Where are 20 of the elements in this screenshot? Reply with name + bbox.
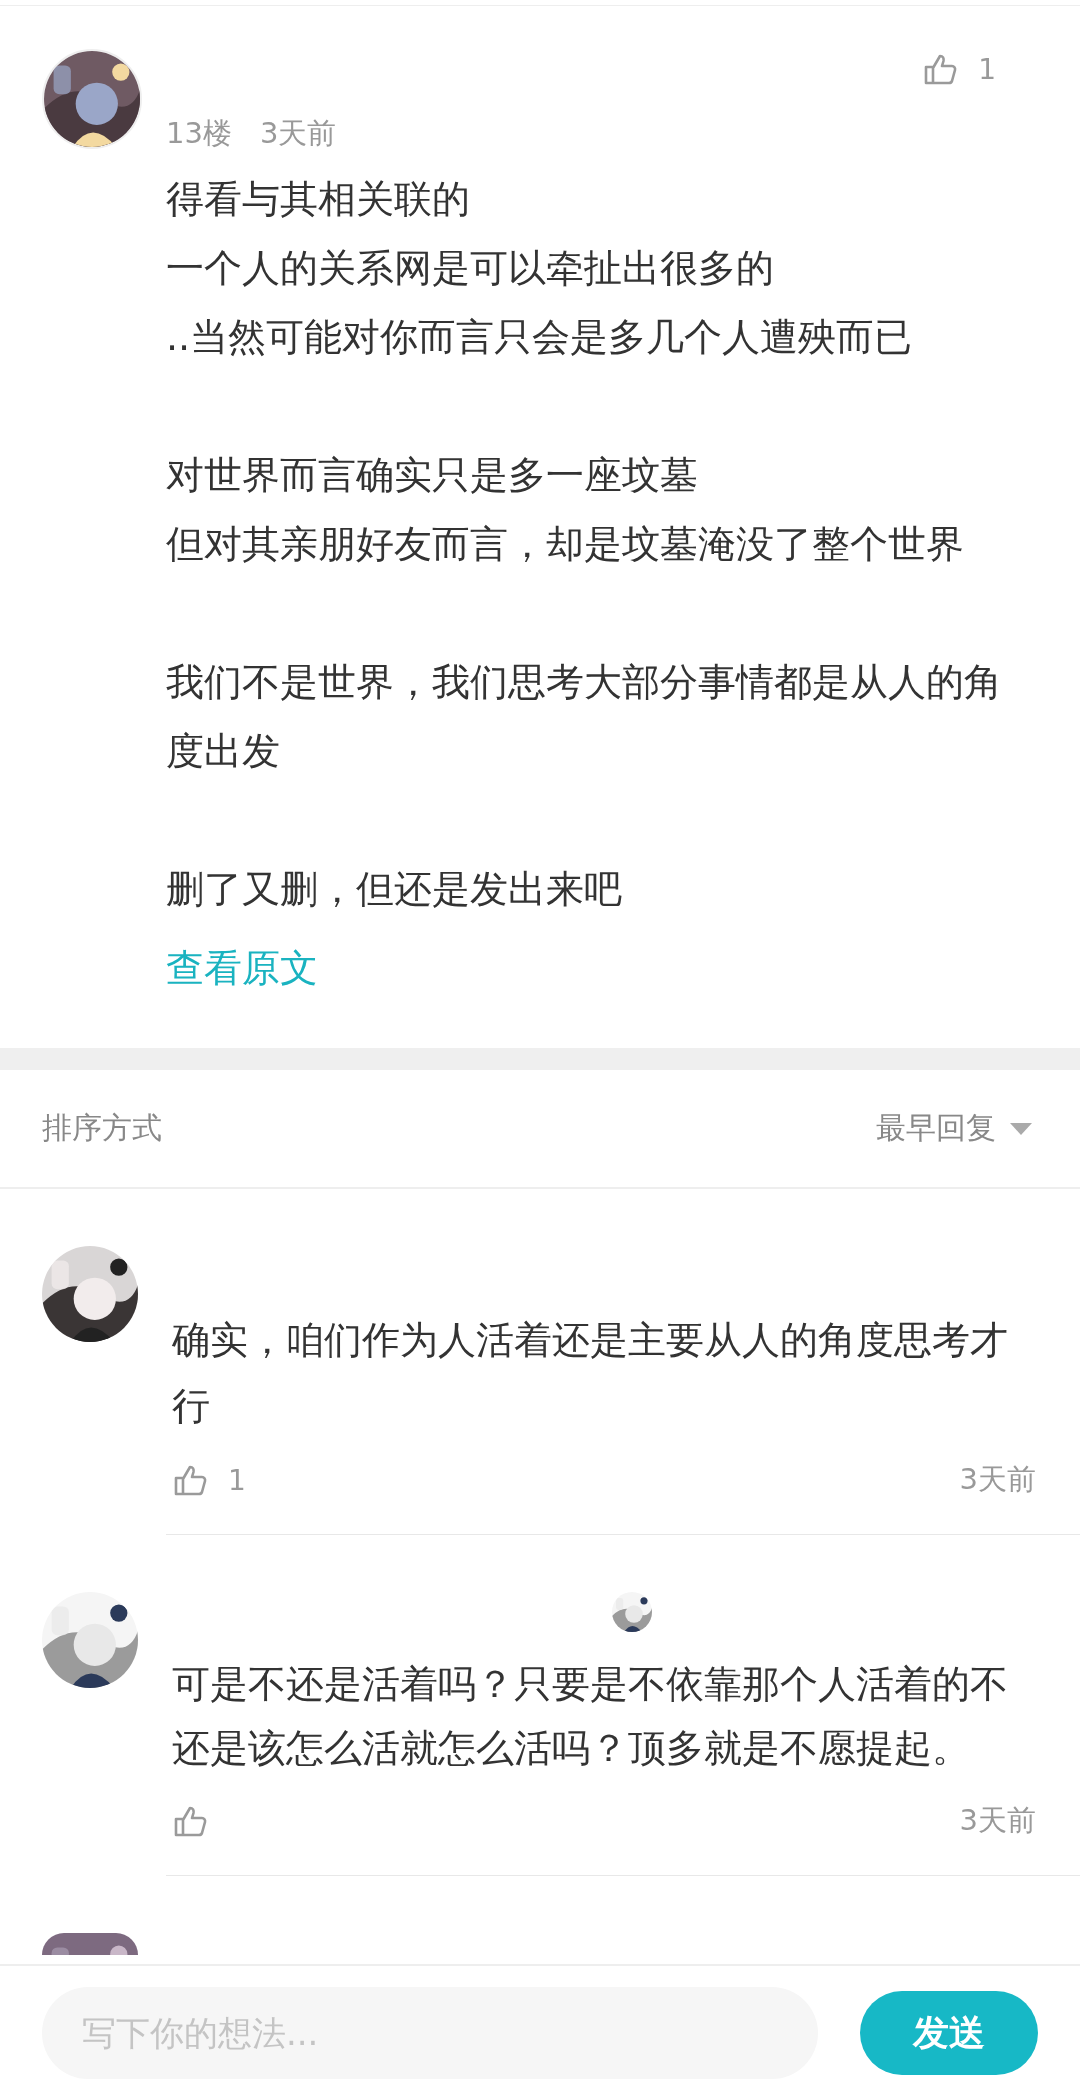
caret-icon (1010, 1122, 1032, 1135)
comment-text: 但对其亲朋好友而言，却是坟墓淹没了整个世界 (166, 521, 965, 568)
send-button[interactable]: 发送 (860, 1991, 1038, 2075)
like-button[interactable]: 1 (922, 51, 996, 87)
post-time: 3天前 (259, 115, 337, 152)
comment-text: 我们不是世界，我们思考大部分事情都是从人的角度出发 (166, 659, 1003, 775)
view-original-link[interactable]: 查看原文 (166, 938, 318, 998)
reply-time: 3天前 (959, 1461, 1036, 1498)
reply-text: 可是不还是活着吗？只要是不依靠那个人活着的不还是该怎么活就怎么活吗？顶多就是不愿提起。 (172, 1661, 1009, 1772)
comment-text: 对世界而言确实只是多一座坟墓 (166, 452, 699, 499)
sort-label: 排序方式 (42, 1109, 162, 1147)
sort-dropdown[interactable]: 最早回复 (876, 1108, 1032, 1149)
reply-time: 3天前 (959, 1802, 1036, 1839)
comment-text: 得看与其相关联的 (166, 176, 471, 223)
comment-text: ..当然可能对你而言只会是多几个人遭殃而已 (166, 314, 914, 361)
like-button[interactable]: 1 (172, 1462, 246, 1498)
comment-text: 删了又删，但还是发出来吧 (166, 866, 623, 913)
comment-text: 一个人的关系网是可以牵扯出很多的 (166, 245, 775, 292)
reply-text: 确实，咱们作为人活着还是主要从人的角度思考才行 (172, 1317, 1009, 1430)
floor-number: 13楼 (166, 115, 232, 152)
